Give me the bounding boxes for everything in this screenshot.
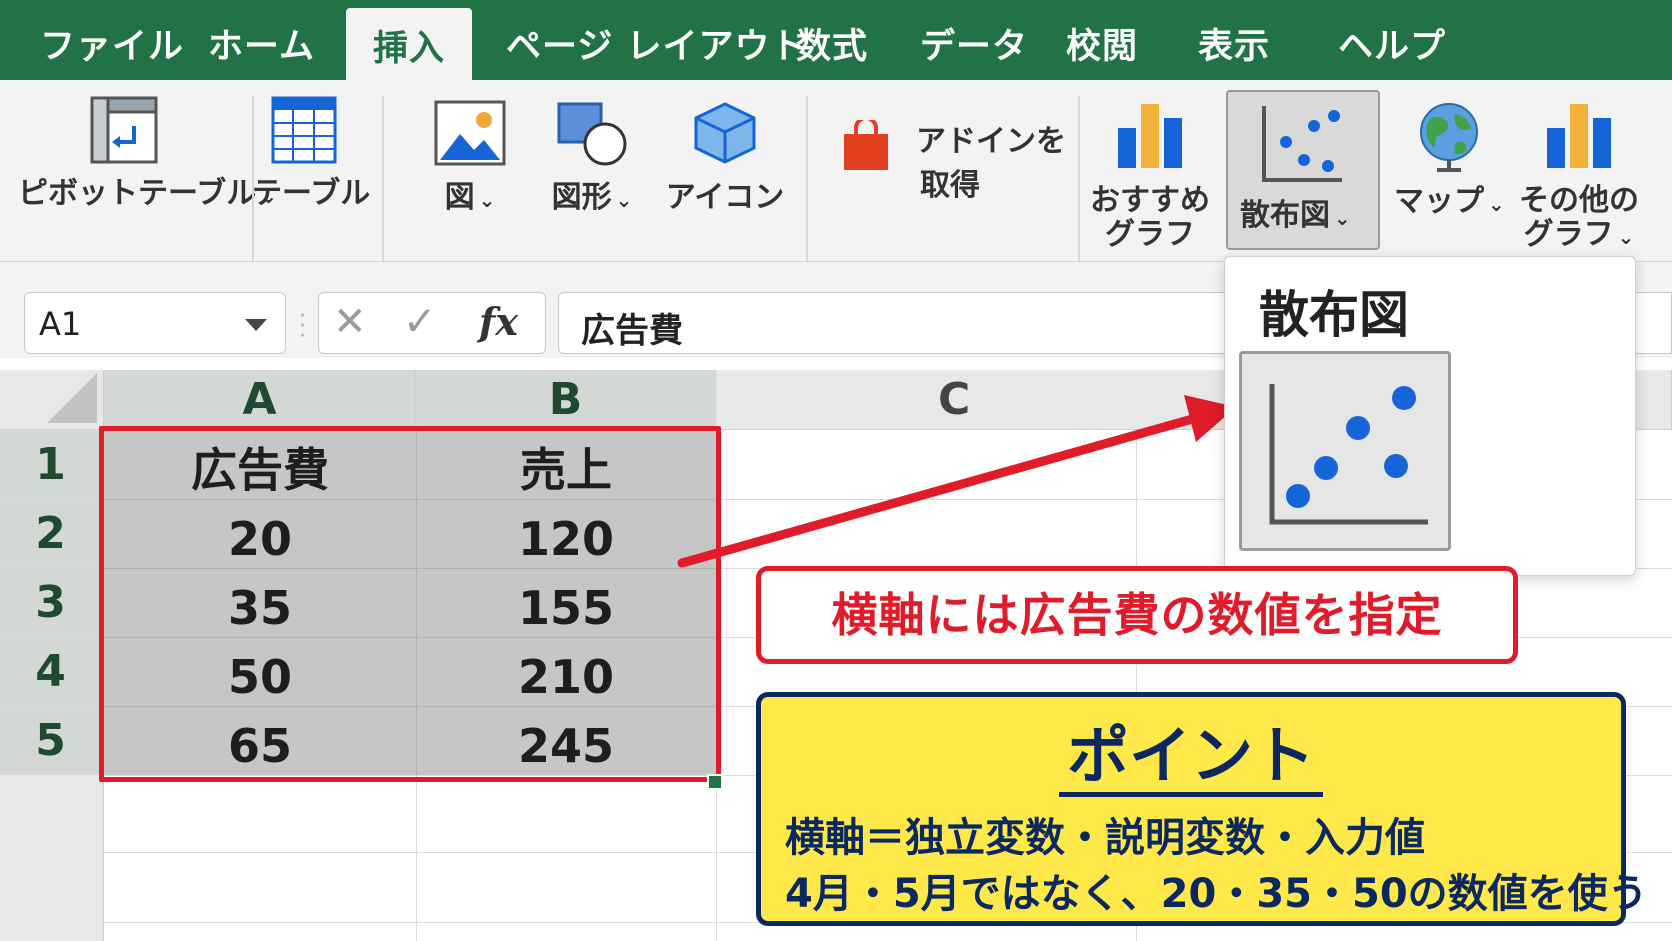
insert-function-icon[interactable]: fx: [479, 299, 518, 344]
row-header-2[interactable]: 2: [0, 499, 104, 568]
tab-data[interactable]: データ: [920, 18, 1028, 67]
tab-home[interactable]: ホーム: [208, 18, 315, 67]
other-charts-label-line1: その他の: [1519, 183, 1639, 218]
tab-help[interactable]: ヘルプ: [1338, 18, 1446, 67]
axis-note-text: 横軸には広告費の数値を指定: [831, 588, 1443, 642]
maps-label: マップ: [1394, 184, 1484, 219]
picture-button[interactable]: 図 ⌄: [420, 100, 520, 218]
table-button[interactable]: テーブル: [252, 96, 371, 212]
recommended-charts-icon: [1118, 104, 1182, 168]
dropdown-title: 散布図: [1259, 286, 1409, 344]
name-box[interactable]: A1: [24, 292, 286, 354]
shapes-button[interactable]: 図形 ⌄: [538, 100, 646, 218]
picture-icon: [434, 100, 506, 166]
ribbon-divider: [1078, 96, 1080, 261]
point-title: ポイント: [1058, 719, 1323, 797]
enter-icon[interactable]: ✓: [403, 299, 437, 345]
ribbon-divider: [382, 96, 384, 261]
row-header-5[interactable]: 5: [0, 706, 104, 775]
scatter-chart-button[interactable]: 散布図 ⌄: [1226, 90, 1380, 250]
row-header-1[interactable]: 1: [0, 430, 104, 499]
row-header-blank: [0, 775, 104, 941]
fill-handle[interactable]: [707, 774, 723, 790]
chevron-down-icon[interactable]: ⌄: [1488, 192, 1505, 216]
pivot-table-icon: [90, 96, 158, 164]
tab-insert[interactable]: 挿入: [346, 8, 472, 82]
shapes-icon: [557, 102, 627, 166]
chevron-down-icon[interactable]: ⌄: [616, 188, 633, 212]
scatter-chart-label: 散布図: [1240, 198, 1330, 233]
row-header-3[interactable]: 3: [0, 568, 104, 637]
icons-button[interactable]: アイコン: [664, 100, 786, 216]
cube-icon: [694, 102, 756, 164]
formula-input-value: 広告費: [581, 311, 683, 351]
tab-view[interactable]: 表示: [1198, 18, 1270, 67]
cancel-icon[interactable]: ✕: [333, 299, 367, 345]
other-charts-button[interactable]: その他の グラフ ⌄: [1516, 100, 1642, 254]
get-addins-label-line1: アドインを: [916, 124, 1066, 159]
row-header-4[interactable]: 4: [0, 637, 104, 706]
scatter-dropdown: 散布図: [1224, 256, 1636, 576]
chevron-down-icon[interactable]: ⌄: [1334, 206, 1351, 230]
table-icon: [271, 96, 337, 164]
chevron-down-icon[interactable]: ⌄: [479, 188, 496, 212]
drag-handle-icon[interactable]: · · ·: [299, 306, 306, 348]
tab-formulas[interactable]: 数式: [796, 18, 868, 67]
point-line-2: 4月・5月ではなく、20・35・50の数値を使う: [785, 871, 1648, 917]
other-charts-icon: [1547, 104, 1611, 168]
store-bag-icon: [844, 120, 888, 170]
scatter-chart-option[interactable]: [1239, 351, 1451, 551]
menu-bar: ファイル ホーム 挿入 ページ レイアウト 数式 データ 校閲 表示 ヘルプ: [0, 0, 1672, 82]
recommended-charts-label-line1: おすすめ: [1090, 183, 1210, 218]
recommended-charts-label-line2: グラフ: [1105, 217, 1195, 252]
point-box: ポイント 横軸＝独立変数・説明変数・入力値 4月・5月ではなく、20・35・50…: [756, 692, 1648, 926]
get-addins-label-line2: 取得: [920, 168, 980, 203]
chevron-down-icon[interactable]: [245, 319, 267, 331]
globe-icon: [1420, 103, 1478, 172]
tab-review[interactable]: 校閲: [1066, 18, 1138, 67]
table-label: テーブル: [252, 176, 371, 211]
picture-label: 図: [444, 180, 475, 215]
point-title-row: ポイント: [761, 705, 1621, 797]
pivot-table-label: ピボットテーブル: [18, 176, 257, 211]
chevron-down-icon[interactable]: ⌄: [1618, 225, 1635, 249]
icons-label: アイコン: [665, 180, 785, 215]
column-header-b[interactable]: B: [416, 370, 716, 430]
other-charts-label-line2: グラフ: [1523, 217, 1614, 252]
name-box-value: A1: [39, 305, 82, 343]
recommended-charts-button[interactable]: おすすめ グラフ: [1090, 100, 1210, 252]
tab-file[interactable]: ファイル: [40, 18, 184, 67]
axis-note-callout: 横軸には広告費の数値を指定: [756, 566, 1518, 664]
column-header-a[interactable]: A: [104, 370, 416, 430]
select-all-button[interactable]: [0, 370, 104, 430]
scatter-chart-icon: [1269, 384, 1428, 525]
point-line-1: 横軸＝独立変数・説明変数・入力値: [785, 815, 1425, 861]
pivot-table-button[interactable]: ピボットテーブル ⌄: [18, 96, 277, 214]
highlight-box: [99, 426, 721, 782]
shapes-label: 図形: [551, 180, 612, 215]
scatter-chart-icon: [1262, 106, 1342, 182]
maps-button[interactable]: マップ ⌄: [1394, 100, 1505, 222]
tab-page-layout[interactable]: ページ レイアウト: [506, 18, 807, 67]
ribbon-divider: [806, 96, 808, 261]
formula-buttons: ✕ ✓ fx: [318, 292, 546, 354]
ribbon-divider: [252, 96, 254, 261]
